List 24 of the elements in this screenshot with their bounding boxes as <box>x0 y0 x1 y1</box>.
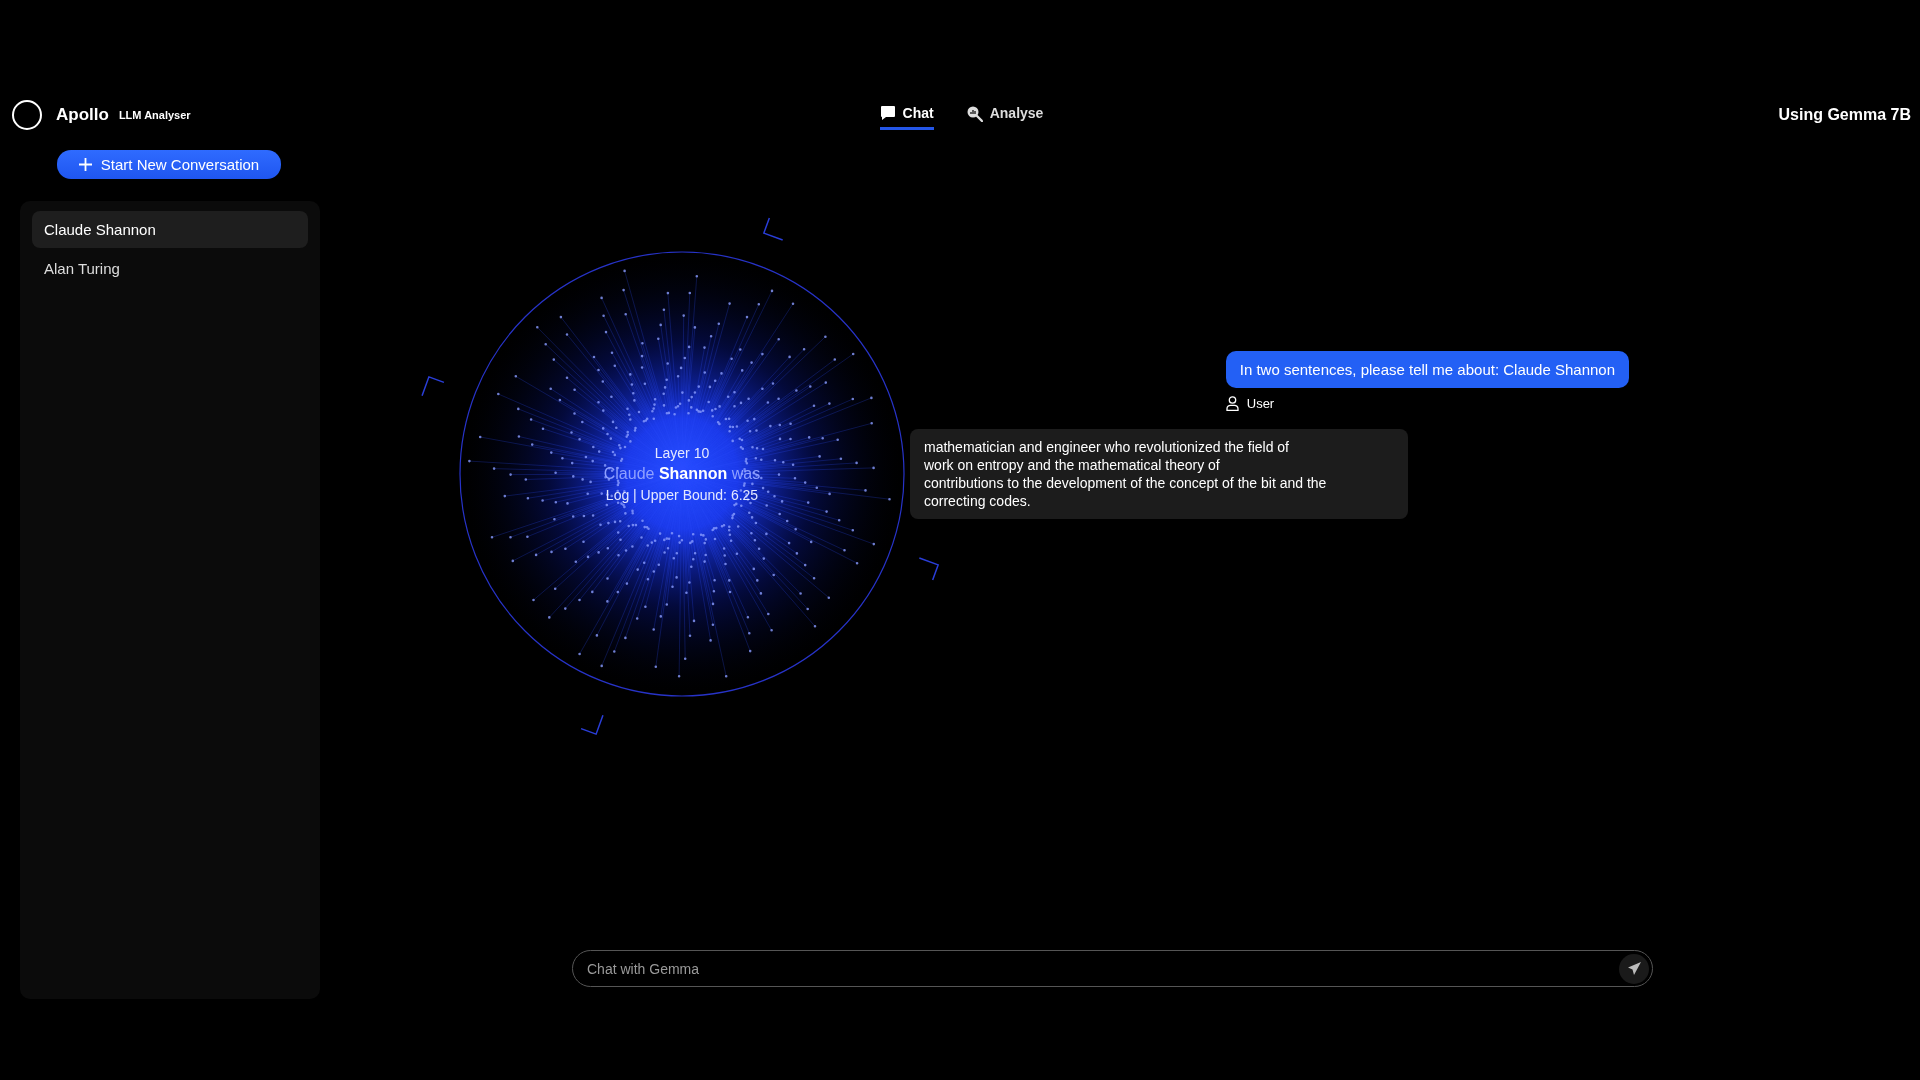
app-subtitle: LLM Analyser <box>118 109 191 121</box>
conversation-item[interactable]: Alan Turing <box>32 250 308 287</box>
tab[interactable]: Analyse <box>965 100 1044 130</box>
plus-icon <box>78 158 92 171</box>
user-icon <box>1225 396 1239 411</box>
response-line: mathematician and engineer who revolutionized the field of <box>924 439 1290 455</box>
response-line: correcting codes. <box>924 493 1032 509</box>
logo-circle-icon <box>12 100 42 130</box>
search-icon <box>965 104 983 122</box>
tab[interactable]: Chat <box>879 100 934 130</box>
user-message: In two sentences, please tell me about: Claude Shannon <box>1225 351 1629 388</box>
chat-bubble-icon <box>879 105 896 121</box>
response-line: contributions to the development of the concept of the bit and the <box>924 475 1328 491</box>
paper-plane-icon <box>1627 962 1641 975</box>
app-name: Apollo <box>56 105 109 125</box>
new-conversation-button[interactable]: Start New Conversation <box>56 150 282 179</box>
response-line: work on entropy and the mathematical theory of <box>924 457 1221 473</box>
author-label: User <box>1246 396 1275 411</box>
model-label: Using Gemma 7B <box>1778 106 1911 124</box>
scale-label: Log | Upper Bound: 6.25 <box>605 487 759 503</box>
token-sequence: Claude Shannon was <box>603 465 761 483</box>
conversation-item[interactable]: Claude Shannon <box>32 211 308 248</box>
layer-label: Layer 10 <box>654 445 710 461</box>
chat-input-field[interactable]: Chat with Gemma <box>572 950 1653 987</box>
